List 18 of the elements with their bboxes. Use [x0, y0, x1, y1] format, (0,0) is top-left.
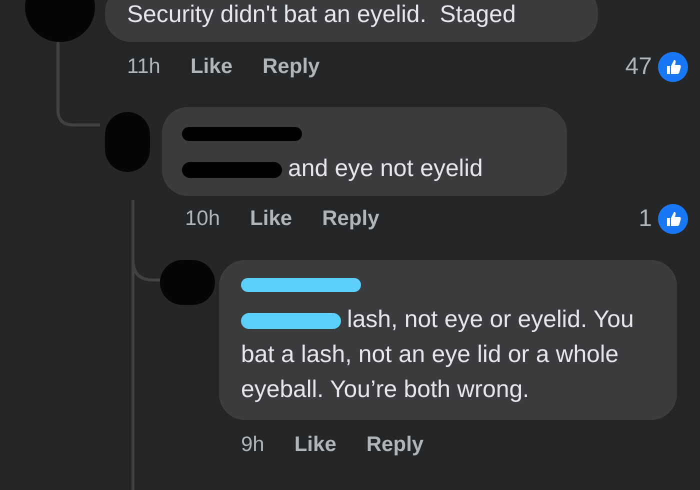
- reaction-count: 47: [625, 52, 652, 82]
- avatar[interactable]: [160, 260, 215, 305]
- timestamp: 9h: [241, 432, 264, 458]
- thumbs-up-icon: [658, 52, 688, 82]
- comment-action[interactable]: Reply: [262, 51, 320, 83]
- comment-action[interactable]: Reply: [366, 429, 424, 461]
- comment-action[interactable]: Like: [250, 203, 292, 235]
- comment-action[interactable]: Reply: [322, 203, 380, 235]
- comment-text: and eye not eyelid: [182, 151, 547, 186]
- comment-action[interactable]: Like: [190, 51, 233, 83]
- avatar[interactable]: [105, 112, 150, 172]
- timestamp: 10h: [185, 206, 220, 232]
- comment-text: lash, not eye or eyelid. You bat a lash, not an eye lid or a whole eyeball. You’re both wrong.: [241, 305, 635, 405]
- comment-text: Security didn't bat an eyelid. Staged: [127, 0, 516, 30]
- comment-action[interactable]: Like: [294, 429, 336, 461]
- timestamp: 11h: [127, 54, 160, 80]
- thumbs-up-icon: [658, 204, 688, 234]
- reaction-count: 1: [638, 204, 652, 234]
